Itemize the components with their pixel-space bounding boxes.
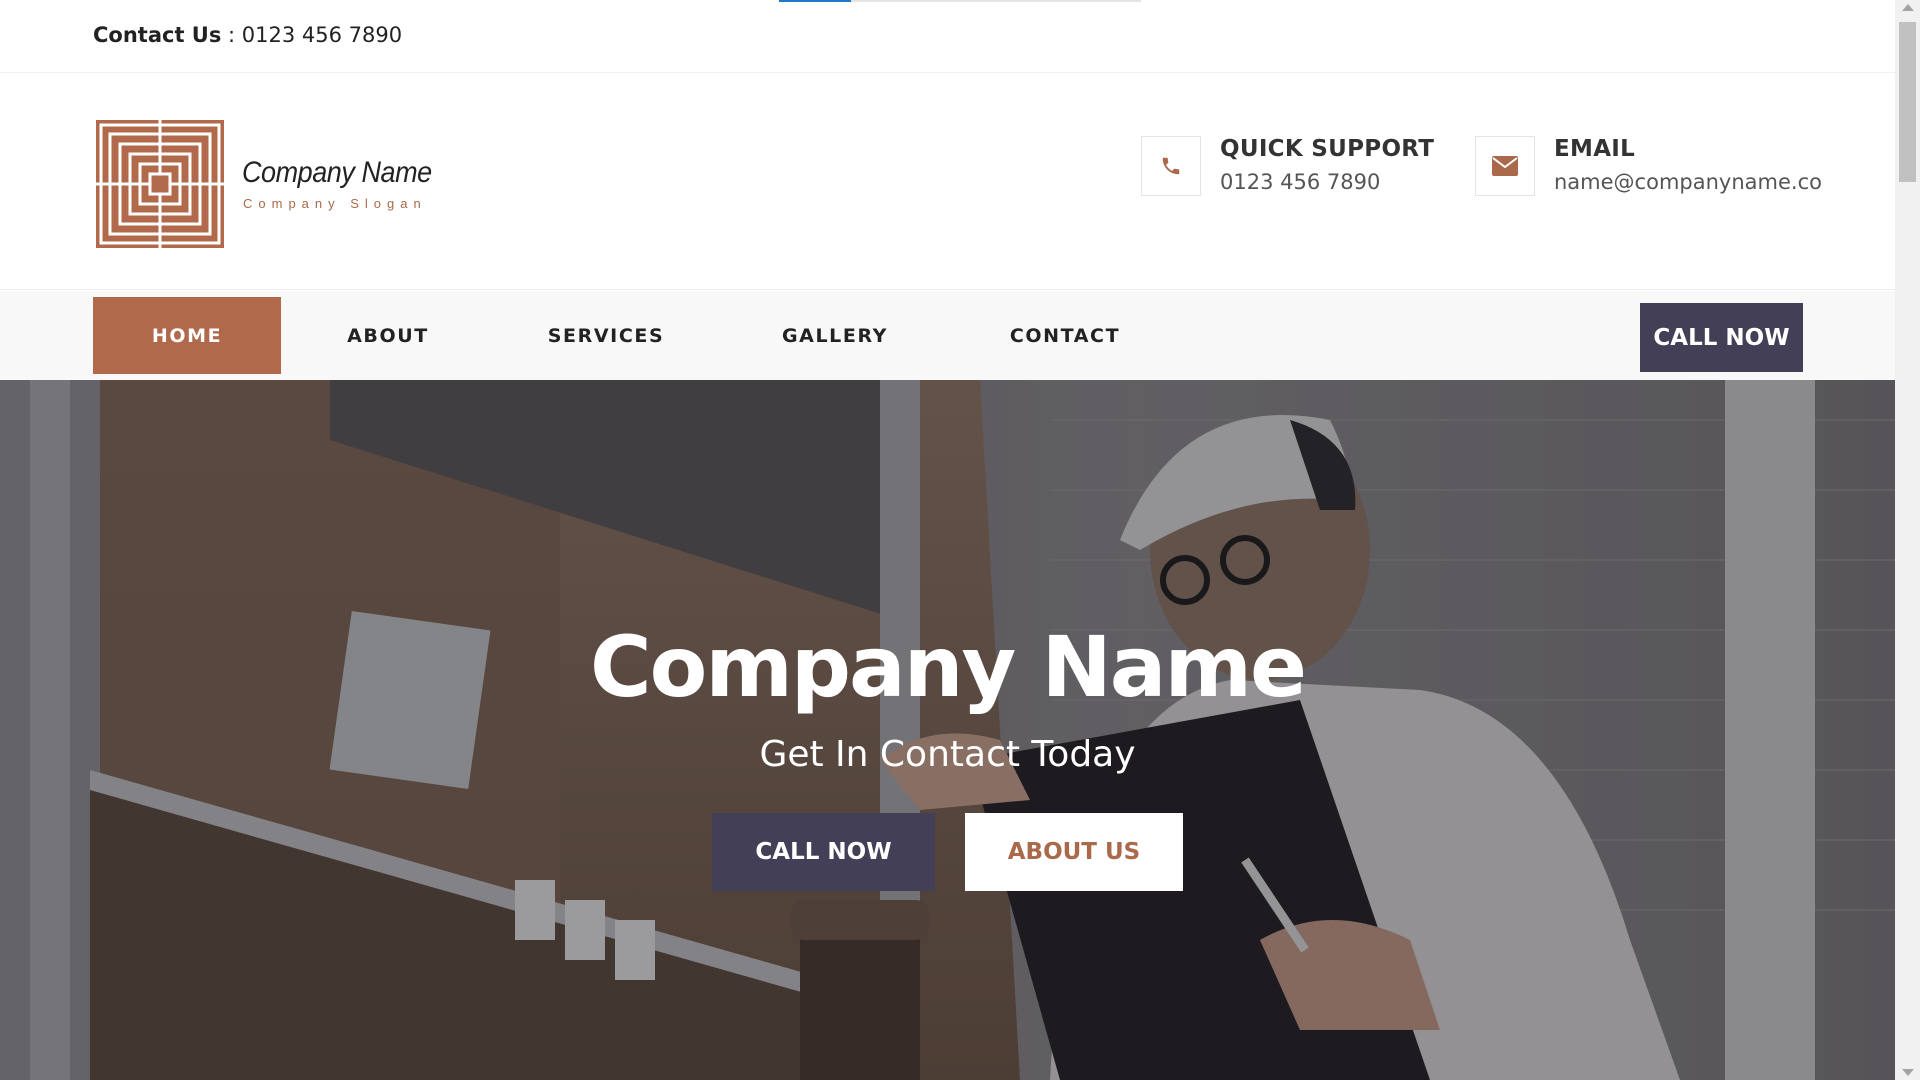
phone-icon — [1162, 157, 1180, 175]
hero-banner: Company Name Get In Contact Today CALL N… — [0, 380, 1895, 1080]
support-phone[interactable]: 0123 456 7890 — [1220, 170, 1380, 194]
top-contact-phone[interactable]: 0123 456 7890 — [242, 23, 402, 47]
email-icon-box — [1475, 136, 1535, 196]
page: Contact Us : 0123 456 7890 Company Name … — [0, 0, 1895, 1080]
hero-title: Company Name — [590, 618, 1307, 716]
scrollbar-thumb[interactable] — [1899, 22, 1916, 182]
company-logo[interactable] — [96, 120, 224, 248]
nav-item-contact[interactable]: CONTACT — [1003, 297, 1127, 374]
nav-item-about[interactable]: ABOUT — [330, 297, 446, 374]
hero-about-us-button[interactable]: ABOUT US — [965, 813, 1183, 891]
page-scrollbar[interactable] — [1895, 0, 1920, 1080]
hero-subtitle: Get In Contact Today — [759, 734, 1136, 775]
nav-call-now-button[interactable]: CALL NOW — [1640, 303, 1803, 372]
scroll-down-icon[interactable] — [1902, 1069, 1914, 1076]
top-contact: Contact Us : 0123 456 7890 — [93, 23, 402, 47]
top-contact-label: Contact Us — [93, 23, 222, 47]
email-title: EMAIL — [1554, 136, 1636, 162]
envelope-icon — [1492, 156, 1518, 176]
top-contact-separator: : — [221, 23, 242, 47]
email-address[interactable]: name@companyname.co — [1554, 170, 1822, 194]
hero-overlay — [0, 380, 1895, 1080]
top-bar: Contact Us : 0123 456 7890 — [0, 0, 1895, 73]
scroll-up-icon[interactable] — [1902, 4, 1914, 11]
hero-call-now-button[interactable]: CALL NOW — [712, 813, 935, 891]
site-header: Company Name Company Slogan QUICK SUPPOR… — [0, 74, 1895, 290]
support-icon-box — [1141, 136, 1201, 196]
nav-item-services[interactable]: SERVICES — [540, 297, 672, 374]
brand-slogan: Company Slogan — [243, 196, 427, 211]
main-nav: HOME ABOUT SERVICES GALLERY CONTACT CALL… — [0, 291, 1895, 380]
support-title: QUICK SUPPORT — [1220, 136, 1435, 162]
nav-item-home[interactable]: HOME — [93, 297, 281, 374]
nav-item-gallery[interactable]: GALLERY — [772, 297, 898, 374]
brand-name[interactable]: Company Name — [242, 156, 432, 190]
